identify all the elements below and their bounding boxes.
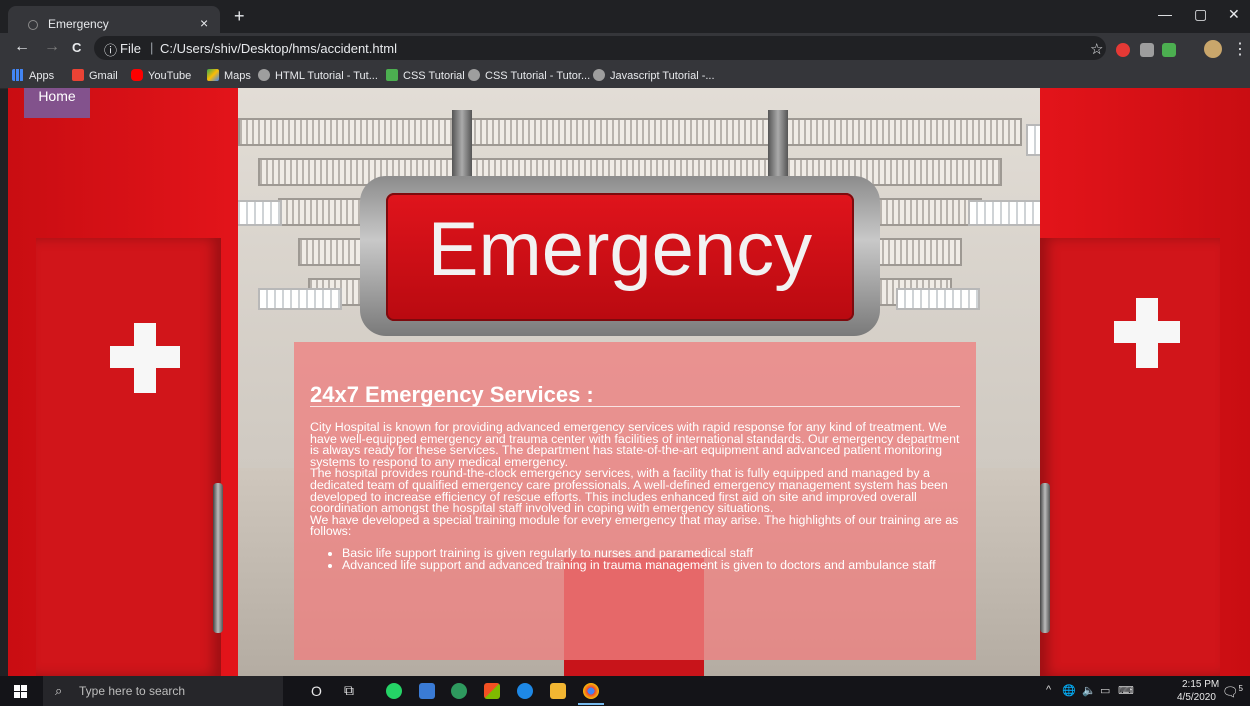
- emergency-services-panel: 24x7 Emergency Services : City Hospital …: [294, 342, 976, 660]
- minimize-button[interactable]: —: [1158, 6, 1172, 22]
- url-separator: |: [150, 40, 154, 55]
- browser-toolbar: ← → C ⓘ File | C:/Users/shiv/Desktop/hms…: [0, 33, 1250, 64]
- chrome-icon[interactable]: [583, 683, 599, 699]
- taskbar-clock-time[interactable]: 2:15 PM: [1182, 679, 1219, 690]
- address-bar[interactable]: ⓘ File | C:/Users/shiv/Desktop/hms/accid…: [94, 36, 1106, 60]
- tab-title: Emergency: [48, 17, 109, 31]
- tutorialspoint-icon: [593, 69, 605, 81]
- services-description: City Hospital is known for providing adv…: [310, 420, 970, 572]
- notification-count: 5: [1238, 684, 1243, 693]
- ceiling-light: [896, 288, 980, 310]
- browser-tab[interactable]: Emergency ×: [8, 6, 220, 33]
- tab-close-icon[interactable]: ×: [200, 15, 208, 31]
- bookmark-css-tutorial[interactable]: CSS Tutorial: [386, 69, 465, 82]
- extension-gray-icon[interactable]: [1140, 43, 1154, 57]
- services-paragraph: The hospital provides round-the-clock em…: [310, 466, 948, 516]
- heading-divider: [310, 406, 960, 407]
- sign-rod: [768, 110, 788, 180]
- bookmark-youtube[interactable]: YouTube: [131, 69, 191, 82]
- extension-green-icon[interactable]: [1162, 43, 1176, 57]
- whatsapp-icon[interactable]: [386, 683, 402, 699]
- url-scheme-label: File: [120, 41, 141, 56]
- list-item: Advanced life support and advanced train…: [342, 559, 970, 572]
- devcpp-icon[interactable]: [419, 683, 435, 699]
- windows-taskbar: ⌕ Type here to search O ⧉ ^ 🌐 🔈 ▭ ⌨ 2:15…: [0, 676, 1250, 706]
- gmail-icon: [72, 69, 84, 81]
- cortana-icon[interactable]: O: [311, 683, 322, 699]
- page-viewport: Emergency Home 24x7 Emergency Services :…: [8, 88, 1250, 676]
- bookmark-css-tutorial-tutor[interactable]: CSS Tutorial - Tutor...: [468, 69, 590, 82]
- bookmark-star-icon[interactable]: ☆: [1090, 40, 1103, 58]
- microsoft-store-icon[interactable]: [484, 683, 500, 699]
- medical-cross-icon: [110, 346, 180, 368]
- bookmark-html-tutorial[interactable]: HTML Tutorial - Tut...: [258, 69, 378, 82]
- close-window-button[interactable]: ✕: [1228, 6, 1240, 23]
- w3schools-green-icon: [386, 69, 398, 81]
- profile-avatar[interactable]: [1204, 40, 1222, 58]
- battery-icon[interactable]: ▭: [1100, 684, 1110, 697]
- bookmark-apps[interactable]: Apps: [12, 69, 54, 82]
- training-highlights-list: Basic life support training is given reg…: [310, 547, 970, 572]
- reload-button[interactable]: C: [72, 40, 81, 55]
- services-paragraph: We have developed a special training mod…: [310, 512, 959, 539]
- maps-icon: [207, 69, 219, 81]
- search-placeholder: Type here to search: [79, 684, 186, 698]
- taskbar-clock-date[interactable]: 4/5/2020: [1177, 692, 1216, 703]
- services-heading: 24x7 Emergency Services :: [310, 382, 594, 407]
- maximize-button[interactable]: ▢: [1194, 6, 1207, 23]
- emergency-sign-text: Emergency: [427, 207, 813, 292]
- browser-menu-icon[interactable]: ⋮: [1232, 39, 1248, 59]
- bookmark-maps[interactable]: Maps: [207, 69, 251, 82]
- ceiling-light: [258, 288, 342, 310]
- search-icon: ⌕: [55, 683, 63, 698]
- apps-grid-icon: [12, 69, 24, 81]
- door-handle: [213, 483, 223, 633]
- new-tab-button[interactable]: +: [234, 6, 245, 27]
- volume-icon[interactable]: 🔈: [1082, 684, 1096, 697]
- task-view-icon[interactable]: ⧉: [344, 682, 354, 699]
- browser-tab-strip: Emergency × + — ▢ ✕: [0, 0, 1250, 33]
- medical-cross-icon: [1114, 321, 1180, 343]
- extension-record-icon[interactable]: [1116, 43, 1130, 57]
- sign-rod: [452, 110, 472, 180]
- taskbar-search-box[interactable]: ⌕ Type here to search: [43, 676, 283, 706]
- door-handle: [1040, 483, 1050, 633]
- home-link[interactable]: Home: [24, 88, 90, 104]
- bookmarks-bar: Apps Gmail YouTube Maps HTML Tutorial - …: [0, 64, 1250, 89]
- tutorialspoint-icon: [468, 69, 480, 81]
- bookmark-javascript-tutorial[interactable]: Javascript Tutorial -...: [593, 69, 715, 82]
- ceiling-panel: [238, 118, 1022, 146]
- forward-button[interactable]: →: [44, 38, 60, 56]
- edge-icon[interactable]: [517, 683, 533, 699]
- keyboard-icon[interactable]: ⌨: [1118, 684, 1134, 697]
- url-text[interactable]: C:/Users/shiv/Desktop/hms/accident.html: [160, 41, 397, 56]
- windows-start-icon[interactable]: [14, 685, 27, 698]
- tray-chevron-icon[interactable]: ^: [1046, 684, 1051, 696]
- bookmark-gmail[interactable]: Gmail: [72, 69, 118, 82]
- active-app-indicator: [578, 703, 604, 705]
- site-info-icon[interactable]: ⓘ: [104, 40, 117, 59]
- left-emergency-door: [36, 238, 221, 676]
- notification-center-icon[interactable]: 🗨5: [1222, 684, 1243, 700]
- network-globe-icon[interactable]: 🌐: [1062, 684, 1076, 697]
- right-emergency-door: [1040, 238, 1220, 676]
- tab-favicon-icon: [28, 20, 38, 30]
- file-explorer-icon[interactable]: [550, 683, 566, 699]
- vpn-globe-icon[interactable]: [451, 683, 467, 699]
- services-paragraph: City Hospital is known for providing adv…: [310, 420, 960, 469]
- w3schools-icon: [258, 69, 270, 81]
- back-button[interactable]: ←: [14, 38, 30, 56]
- youtube-icon: [131, 69, 143, 81]
